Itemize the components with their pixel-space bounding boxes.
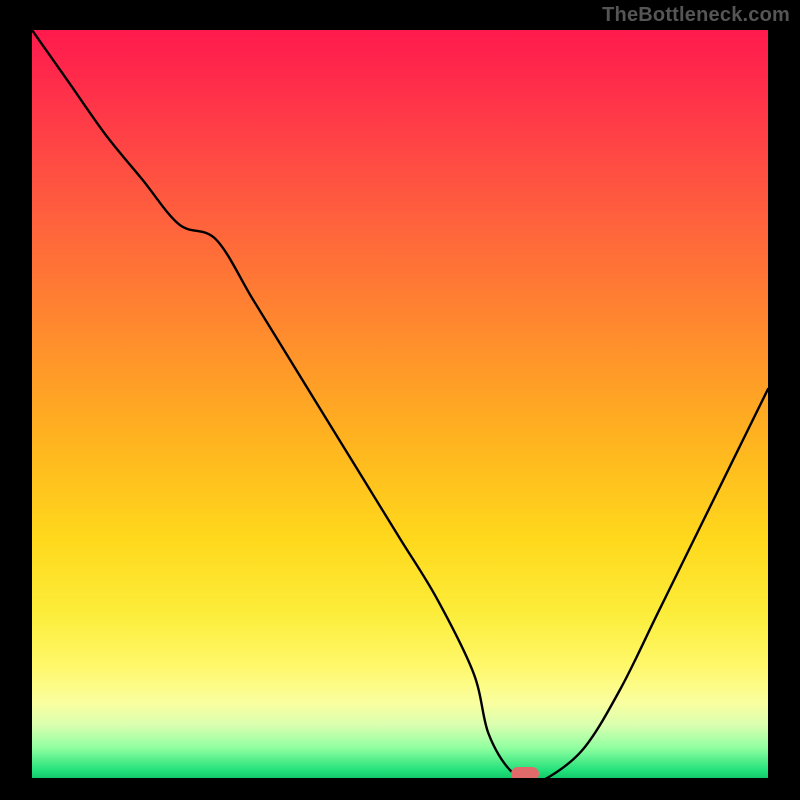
curve-path <box>32 30 768 778</box>
plot-area <box>32 30 768 778</box>
optimal-marker <box>511 767 539 778</box>
chart-frame: TheBottleneck.com <box>0 0 800 800</box>
bottleneck-curve <box>32 30 768 778</box>
watermark-text: TheBottleneck.com <box>602 4 790 27</box>
